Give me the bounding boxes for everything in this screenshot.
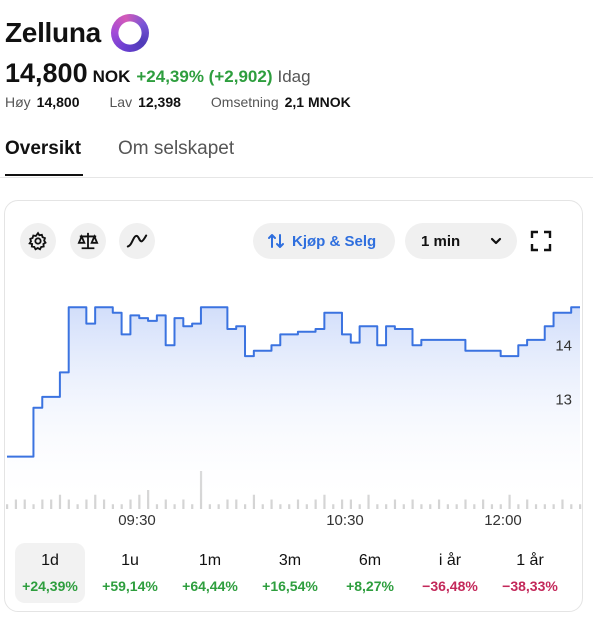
stat-label: Høy: [5, 94, 31, 110]
change-period: Idag: [277, 67, 311, 86]
period-label: 1 år: [516, 552, 544, 569]
period-label: 1m: [198, 552, 222, 569]
period-label: 3m: [278, 552, 302, 569]
stat-value: 14,800: [36, 94, 80, 110]
gear-icon: [28, 231, 47, 251]
price-area-fill: [7, 307, 580, 507]
expand-icon[interactable]: [530, 230, 552, 252]
currency: NOK: [92, 67, 131, 86]
period-label: 6m: [358, 552, 382, 569]
tab-bar: Oversikt Om selskapet: [0, 128, 593, 178]
company-logo-icon: [110, 14, 149, 52]
stat-low: Lav 12,398: [110, 94, 181, 110]
header: Zelluna: [5, 14, 149, 52]
period-button[interactable]: 1m +64,44%: [175, 543, 245, 603]
settings-button[interactable]: [20, 223, 56, 259]
stat-high: Høy 14,800: [5, 94, 80, 110]
chevron-down-icon: [490, 237, 502, 245]
price-chart[interactable]: 09:30 10:30 12:00 14 13: [5, 281, 584, 531]
company-name: Zelluna: [5, 17, 101, 48]
period-button[interactable]: 6m +8,27%: [335, 543, 405, 603]
indicator-button[interactable]: [119, 223, 155, 259]
period-label: 1u: [121, 552, 139, 569]
y-tick-label: 13: [555, 392, 572, 409]
period-button[interactable]: 1 år −38,33%: [495, 543, 565, 603]
stat-turnover: Omsetning 2,1 MNOK: [211, 94, 351, 110]
stat-label: Omsetning: [210, 94, 279, 110]
scale-icon: [77, 232, 99, 250]
swap-arrows-icon: [268, 234, 284, 248]
buy-sell-button[interactable]: Kjøp & Selg: [253, 223, 395, 259]
stat-value: 12,398: [138, 94, 181, 110]
buy-sell-label: Kjøp & Selg: [292, 232, 377, 250]
x-tick-label: 12:00: [484, 512, 522, 529]
interval-value: 1 min: [421, 232, 461, 250]
period-button[interactable]: 3m +16,54%: [255, 543, 325, 603]
period-change: -: [575, 552, 593, 568]
last-price: 14,800: [5, 58, 88, 88]
period-change: +24,39%: [22, 578, 78, 594]
period-button[interactable]: 1u +59,14%: [95, 543, 165, 603]
period-change: +64,44%: [182, 578, 238, 594]
chart-card: Kjøp & Selg 1 min 09:30 10:30 12:00 14 13 1d…: [4, 200, 583, 612]
period-change: +16,54%: [262, 578, 318, 594]
period-button[interactable]: i år −36,48%: [415, 543, 485, 603]
quote-row: 14,800 NOK +24,39% (+2,902) Idag: [5, 58, 311, 89]
x-tick-label: 09:30: [118, 512, 156, 529]
period-selector: 1d +24,39% 1u +59,14% 1m +64,44% 3m +16,54% 6m +8…: [15, 543, 583, 603]
stat-value: 2,1 MNOK: [284, 94, 351, 110]
stats-row: Høy 14,800 Lav 12,398 Omsetning 2,1 MNOK: [5, 94, 381, 110]
x-tick-label: 10:30: [326, 512, 364, 529]
period-change: +8,27%: [346, 578, 394, 594]
period-change: −38,33%: [502, 578, 558, 594]
tab-about-company[interactable]: Om selskapet: [118, 138, 234, 160]
period-label: i år: [438, 552, 462, 569]
interval-select[interactable]: 1 min: [405, 223, 517, 259]
period-change: −36,48%: [422, 578, 478, 594]
y-tick-label: 14: [555, 337, 572, 354]
tab-overview[interactable]: Oversikt: [5, 138, 84, 176]
period-button[interactable]: 1d +24,39%: [15, 543, 85, 603]
period-button[interactable]: -: [575, 543, 593, 603]
wave-icon: [126, 234, 148, 248]
price-change: +24,39% (+2,902): [136, 67, 273, 86]
period-change: +59,14%: [102, 578, 158, 594]
compare-button[interactable]: [70, 223, 106, 259]
period-label: 1d: [41, 552, 59, 569]
stat-label: Lav: [109, 94, 133, 110]
